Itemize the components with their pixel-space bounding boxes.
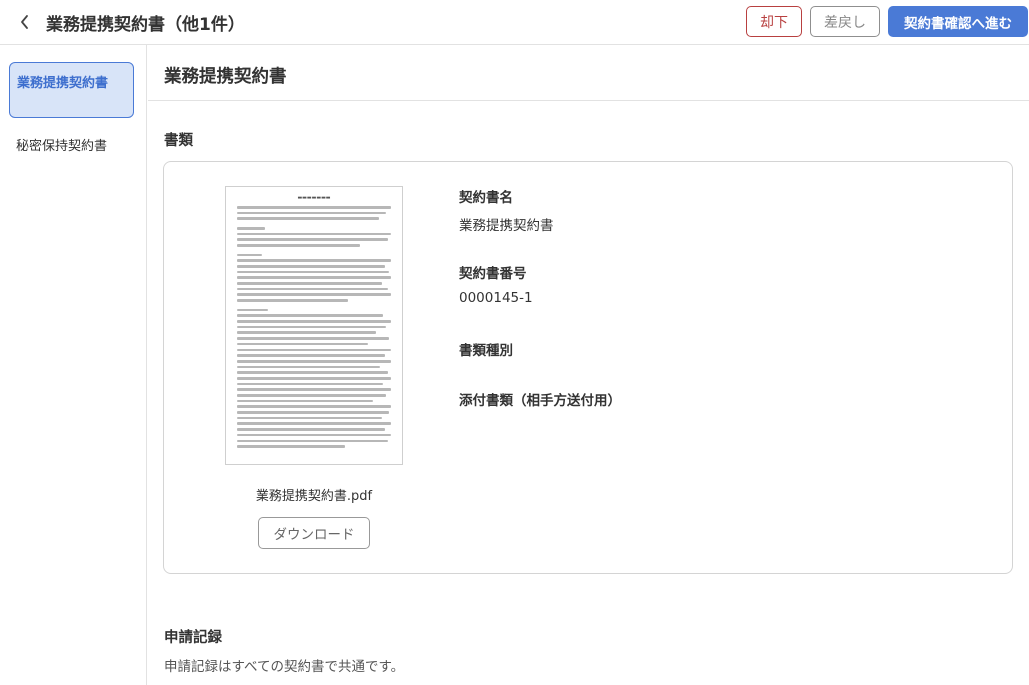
thumbnail-text-line (237, 354, 385, 357)
thumbnail-heading-line: ▬▬▬▬▬▬▬ (297, 195, 331, 201)
thumbnail-text-line (237, 308, 268, 312)
thumbnail-text-line (237, 382, 384, 386)
thumbnail-text-line (237, 282, 382, 285)
divider (148, 100, 1029, 101)
thumbnail-text-line (237, 293, 391, 297)
thumbnail-text-line (237, 299, 348, 302)
thumbnail-text-line (237, 206, 391, 209)
attachments-label: 添付書類（相手方送付用） (459, 393, 621, 409)
contract-title: 業務提携契約書 (164, 67, 287, 87)
thumbnail-text-line (237, 388, 391, 391)
thumbnail-text-line (237, 276, 391, 279)
thumbnail-text-line (237, 365, 381, 369)
thumbnail-text-line (237, 253, 262, 257)
thumbnail-text-line (237, 359, 391, 363)
thumbnail-text-line (237, 259, 391, 262)
file-name: 業務提携契約書.pdf (255, 489, 373, 504)
thumbnail-text-line (237, 331, 376, 335)
thumbnail-text-line (237, 411, 390, 414)
proceed-to-confirmation-button[interactable]: 契約書確認へ進む (888, 6, 1028, 37)
thumbnail-text-line (237, 428, 385, 431)
thumbnail-text-line (237, 348, 391, 352)
document-type-label: 書類種別 (459, 343, 513, 359)
page-title: 業務提携契約書（他1件） (46, 15, 245, 35)
app-header: 業務提携契約書（他1件） 却下 差戻し 契約書確認へ進む (0, 0, 1029, 45)
back-button[interactable] (12, 9, 38, 35)
thumbnail-text-line (237, 394, 387, 397)
main-content: 業務提携契約書 書類 ▬▬▬▬▬▬▬ 業務提携契約書.pdf ダウンロード 契約… (148, 45, 1029, 685)
thumbnail-text-line (237, 226, 265, 230)
document-thumbnail[interactable]: ▬▬▬▬▬▬▬ (225, 186, 403, 465)
thumbnail-text-line (237, 405, 391, 408)
contract-name-value: 業務提携契約書 (459, 218, 554, 234)
thumbnail-text-line (237, 325, 387, 329)
chevron-left-icon (21, 15, 28, 29)
reject-button[interactable]: 却下 (746, 6, 802, 37)
sidebar-item-business-alliance[interactable]: 業務提携契約書 (9, 62, 134, 118)
thumbnail-text-line (237, 314, 384, 317)
thumbnail-text-line (237, 433, 391, 437)
thumbnail-text-line (237, 376, 391, 380)
thumbnail-text-line (237, 337, 390, 340)
contract-name-label: 契約書名 (459, 190, 513, 206)
thumbnail-text-line (237, 232, 391, 236)
thumbnail-text-line (237, 238, 388, 241)
thumbnail-text-line (237, 445, 345, 448)
thumbnail-text-line (237, 244, 361, 247)
thumbnail-text-line (237, 211, 387, 215)
thumbnail-text-line (237, 342, 368, 346)
thumbnail-text-line (237, 265, 385, 268)
thumbnail-text-line (237, 399, 373, 403)
thumbnail-text-line (237, 422, 391, 426)
contract-number-value: 0000145-1 (459, 290, 533, 306)
return-button[interactable]: 差戻し (810, 6, 880, 37)
thumbnail-text-line (237, 371, 388, 374)
records-note: 申請記録はすべての契約書で共通です。 (164, 659, 405, 675)
thumbnail-text-line (237, 416, 382, 420)
thumbnail-text-line (237, 270, 390, 274)
contract-number-label: 契約書番号 (459, 266, 527, 282)
document-sidebar: 業務提携契約書 秘密保持契約書 (0, 45, 147, 685)
document-card: ▬▬▬▬▬▬▬ 業務提携契約書.pdf ダウンロード 契約書名 業務提携契約書 … (163, 161, 1013, 574)
download-button[interactable]: ダウンロード (258, 517, 370, 549)
thumbnail-text-line (237, 287, 388, 291)
sidebar-item-nda[interactable]: 秘密保持契約書 (9, 126, 134, 182)
thumbnail-text-line (237, 217, 379, 220)
thumbnail-text-line (237, 320, 391, 323)
documents-heading: 書類 (164, 133, 193, 149)
thumbnail-text-line (237, 439, 388, 443)
records-heading: 申請記録 (164, 630, 222, 646)
